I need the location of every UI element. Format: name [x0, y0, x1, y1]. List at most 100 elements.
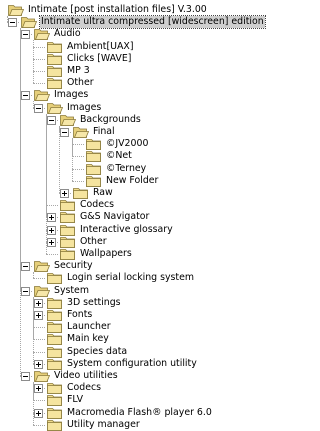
tree-node-label[interactable]: Clicks [WAVE]: [66, 53, 132, 65]
expand-toggle-icon[interactable]: [47, 226, 56, 235]
expand-toggle-icon[interactable]: [34, 360, 43, 369]
tree-node-label[interactable]: Codecs: [79, 199, 115, 211]
expand-toggle-icon[interactable]: [34, 311, 43, 320]
tree-node-fonts[interactable]: Fonts: [47, 309, 93, 321]
tree-node-backgrounds[interactable]: Backgrounds: [60, 114, 142, 126]
tree-node-label[interactable]: 3D settings: [66, 297, 122, 309]
tree-node-jv2000[interactable]: ©JV2000: [86, 138, 149, 150]
tree-node-label[interactable]: Security: [53, 260, 94, 272]
tree-node-codecs[interactable]: Codecs: [60, 199, 115, 211]
tree-node-security[interactable]: Security: [34, 260, 94, 272]
tree-node-label[interactable]: Launcher: [66, 321, 112, 333]
tree-node-ambient-uax[interactable]: Ambient[UAX]: [47, 41, 135, 53]
tree-node-images[interactable]: Images: [34, 89, 89, 101]
tree-node-label[interactable]: System: [53, 285, 90, 297]
tree-node-label[interactable]: MP 3: [66, 65, 91, 77]
tree-node-label[interactable]: Ambient[UAX]: [66, 41, 135, 53]
folder-icon: [86, 150, 102, 162]
tree-node-label[interactable]: G&S Navigator: [79, 211, 150, 223]
tree-node-label[interactable]: Intimate ultra compressed [widescreen] e…: [39, 15, 266, 29]
tree-node-audio[interactable]: Audio: [34, 28, 82, 40]
tree-node-wallpapers[interactable]: Wallpapers: [60, 248, 133, 260]
tree-node-net[interactable]: ©Net: [86, 150, 133, 162]
tree-node-label[interactable]: Video utilities: [53, 370, 119, 382]
tree-node-label[interactable]: Audio: [53, 28, 82, 40]
tree-node-label[interactable]: Macromedia Flash® player 6.0: [66, 407, 213, 419]
tree-node-label[interactable]: FLV: [66, 394, 84, 406]
tree-node-label[interactable]: Main key: [66, 333, 110, 345]
tree-node-clicks-wave[interactable]: Clicks [WAVE]: [47, 53, 132, 65]
tree-connector: [46, 205, 58, 206]
expand-toggle-icon[interactable]: [34, 299, 43, 308]
collapse-toggle-icon[interactable]: [8, 18, 17, 27]
expand-toggle-icon[interactable]: [47, 213, 56, 222]
tree-node-label[interactable]: Species data: [66, 346, 128, 358]
tree-node-label[interactable]: ©Net: [105, 150, 133, 162]
tree-node-g-s-navigator[interactable]: G&S Navigator: [60, 211, 150, 223]
tree-node-3d-settings[interactable]: 3D settings: [47, 297, 122, 309]
expand-toggle-icon[interactable]: [34, 409, 43, 418]
folder-open-icon: [47, 102, 63, 114]
tree-node-flv[interactable]: FLV: [47, 394, 84, 406]
tree-connector: [33, 327, 45, 328]
tree-node-system-configuration-utility[interactable]: System configuration utility: [47, 358, 198, 370]
tree-node-label[interactable]: ©Terney: [105, 163, 147, 175]
collapse-toggle-icon[interactable]: [21, 30, 30, 39]
folder-icon: [73, 187, 89, 199]
collapse-toggle-icon[interactable]: [21, 372, 30, 381]
tree-node-label[interactable]: Images: [66, 102, 102, 114]
expand-toggle-icon[interactable]: [34, 384, 43, 393]
tree-node-raw[interactable]: Raw: [73, 187, 114, 199]
collapse-toggle-icon[interactable]: [60, 128, 69, 137]
tree-connector: [33, 272, 34, 278]
collapse-toggle-icon[interactable]: [47, 116, 56, 125]
tree-node-system[interactable]: System: [34, 285, 90, 297]
tree-node-video-utilities[interactable]: Video utilities: [34, 370, 119, 382]
tree-node-intimate-post-installation-files-v-3-00[interactable]: Intimate [post installation files] V.3.0…: [8, 4, 208, 16]
tree-node-mp-3[interactable]: MP 3: [47, 65, 91, 77]
collapse-toggle-icon[interactable]: [21, 262, 30, 271]
tree-node-other[interactable]: Other: [60, 236, 108, 248]
tree-node-login-serial-locking-system[interactable]: Login serial locking system: [47, 272, 195, 284]
folder-icon: [47, 65, 63, 77]
tree-node-final[interactable]: Final: [73, 126, 116, 138]
tree-node-images[interactable]: Images: [47, 102, 102, 114]
tree-node-label[interactable]: Interactive glossary: [79, 224, 174, 236]
tree-node-label[interactable]: Other: [66, 77, 95, 89]
tree-connector: [72, 169, 84, 170]
folder-icon: [86, 175, 102, 187]
collapse-toggle-icon[interactable]: [34, 104, 43, 113]
tree-node-label[interactable]: New Folder: [105, 175, 159, 187]
tree-node-interactive-glossary[interactable]: Interactive glossary: [60, 224, 174, 236]
tree-node-label[interactable]: Wallpapers: [79, 248, 133, 260]
tree-node-new-folder[interactable]: New Folder: [86, 175, 159, 187]
tree-node-utility-manager[interactable]: Utility manager: [47, 419, 141, 431]
tree-node-intimate-ultra-compressed-widescreen-edition[interactable]: Intimate ultra compressed [widescreen] e…: [21, 15, 266, 29]
tree-node-label[interactable]: Final: [92, 126, 116, 138]
tree-connector: [72, 144, 84, 145]
tree-node-label[interactable]: Backgrounds: [79, 114, 142, 126]
expand-toggle-icon[interactable]: [60, 189, 69, 198]
tree-node-macromedia-flash-player-6-0[interactable]: Macromedia Flash® player 6.0: [47, 407, 213, 419]
tree-node-launcher[interactable]: Launcher: [47, 321, 112, 333]
tree-connector: [72, 156, 84, 157]
tree-node-label[interactable]: Codecs: [66, 382, 102, 394]
tree-node-label[interactable]: Login serial locking system: [66, 272, 195, 284]
tree-node-terney[interactable]: ©Terney: [86, 163, 147, 175]
tree-node-label[interactable]: Intimate [post installation files] V.3.0…: [27, 4, 208, 16]
tree-node-other[interactable]: Other: [47, 77, 95, 89]
tree-node-label[interactable]: Utility manager: [66, 419, 141, 431]
tree-node-label[interactable]: ©JV2000: [105, 138, 149, 150]
tree-node-label[interactable]: Raw: [92, 187, 114, 199]
tree-node-label[interactable]: Other: [79, 236, 108, 248]
tree-node-species-data[interactable]: Species data: [47, 346, 128, 358]
expand-toggle-icon[interactable]: [47, 238, 56, 247]
tree-node-label[interactable]: Fonts: [66, 309, 93, 321]
collapse-toggle-icon[interactable]: [21, 287, 30, 296]
tree-node-label[interactable]: Images: [53, 89, 89, 101]
tree-node-main-key[interactable]: Main key: [47, 333, 110, 345]
folder-open-icon: [73, 126, 89, 138]
collapse-toggle-icon[interactable]: [21, 91, 30, 100]
tree-node-codecs[interactable]: Codecs: [47, 382, 102, 394]
tree-node-label[interactable]: System configuration utility: [66, 358, 198, 370]
